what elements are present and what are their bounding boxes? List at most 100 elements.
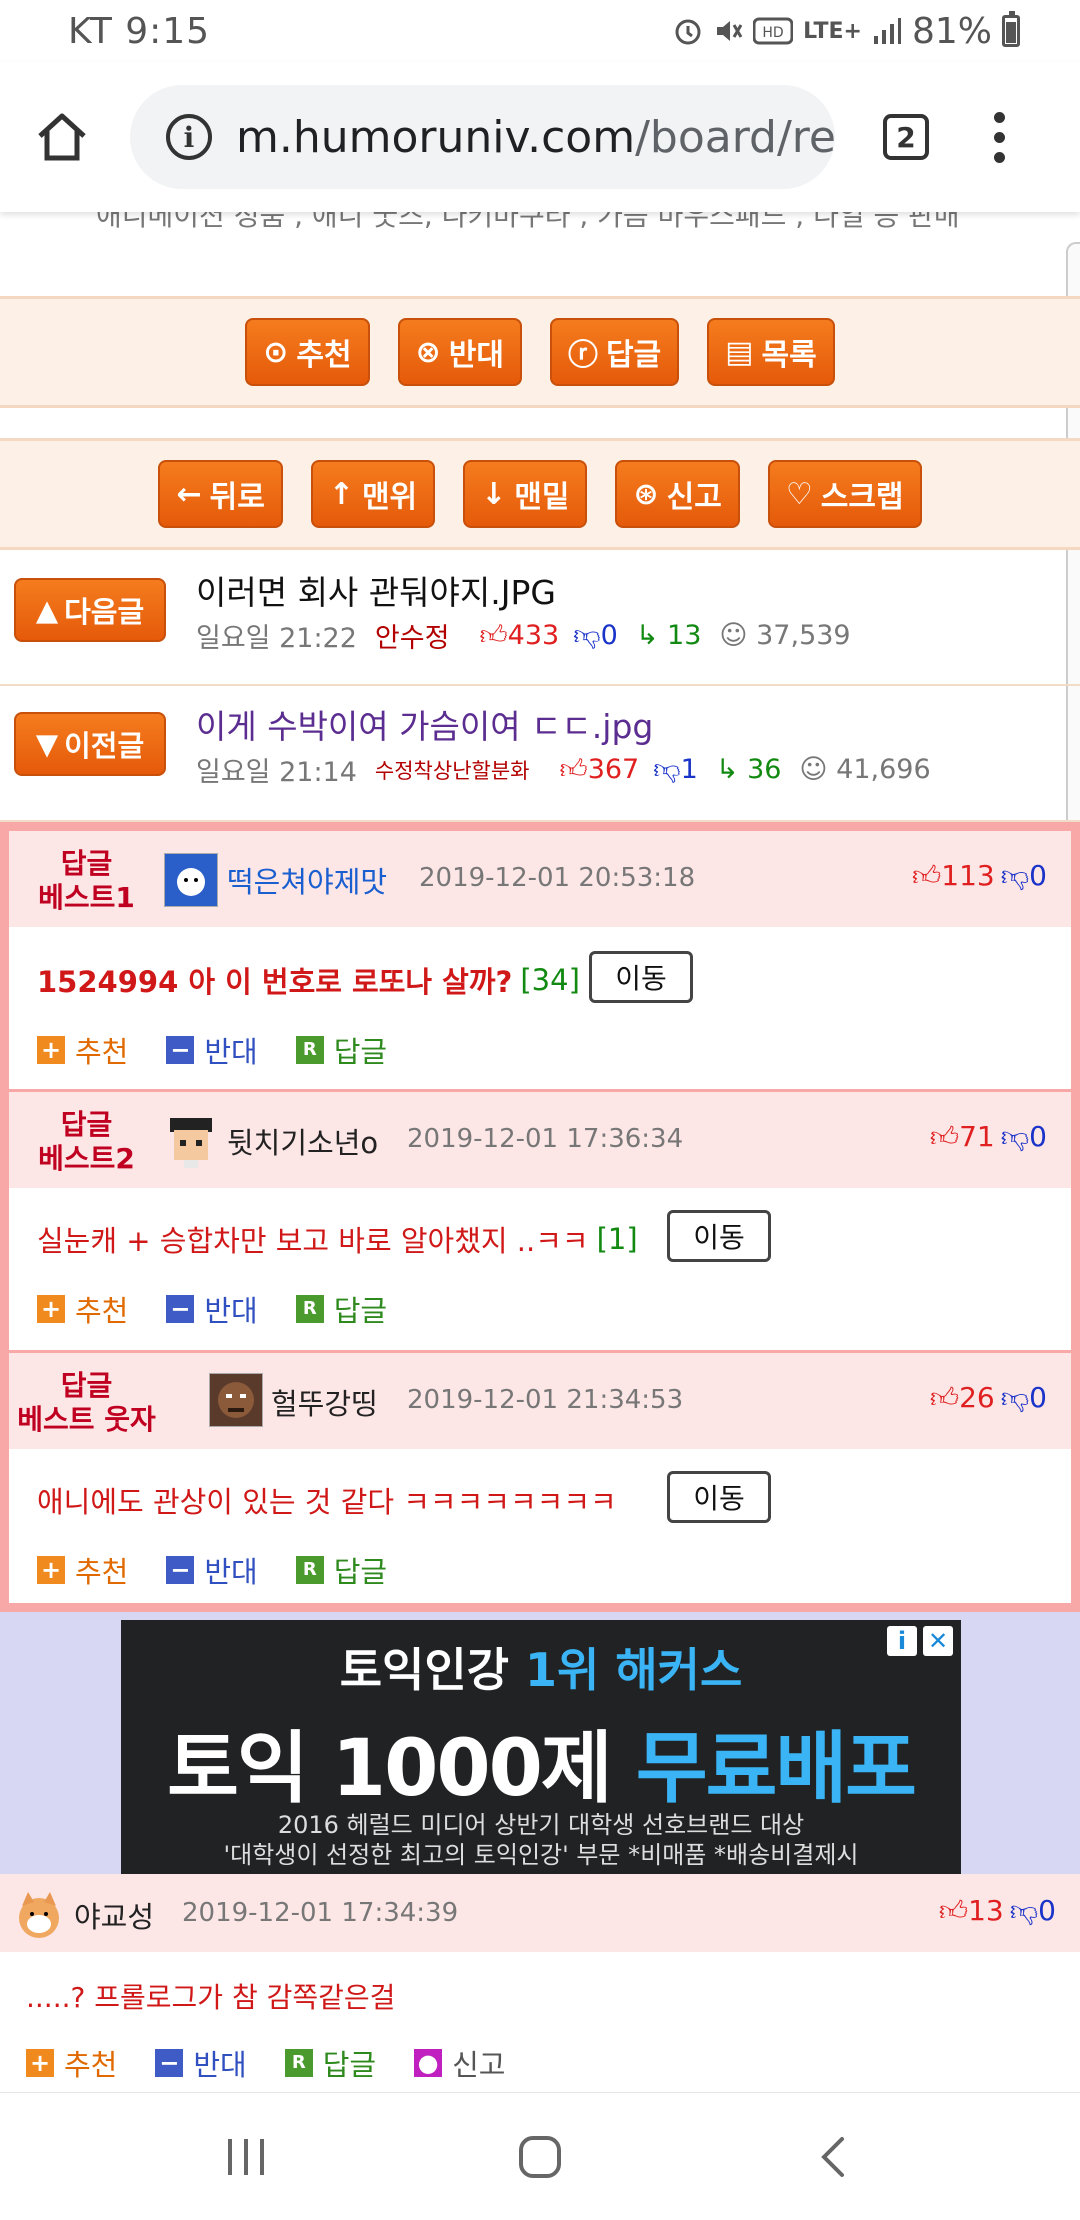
comment-item: 야교성 2019-12-01 17:34:39 👍︎13 👎︎0 .....? 프… [0,1874,1080,2092]
comment-oppose-button[interactable]: − 반대 [166,1029,258,1071]
move-button[interactable]: 이동 [667,1471,771,1523]
prev-post-title[interactable]: 이게 수박이여 가슴이여 ㄷㄷ.jpg [196,700,653,748]
comment-recommend-button[interactable]: + 추천 [26,2042,117,2084]
next-post-button[interactable]: ▲ 다음글 [14,578,166,642]
next-post-row[interactable]: ▲ 다음글 이러면 회사 관둬야지.JPG 일요일 21:22 안수정 👍︎433… [0,550,1080,686]
comment-author[interactable]: 뒷치기소년o [227,1120,378,1162]
avatar[interactable] [209,1373,263,1427]
back-button[interactable]: ← 뒤로 [158,460,283,528]
best-comments-box: 답글 베스트1 떡은쳐야제맛 2019-12-01 20:53:18 👍︎113 👎… [0,822,1080,1612]
avatar[interactable] [164,1114,218,1168]
best-comment: 답글 베스트2 뒷치기소년o 2019-12-01 17:36:34 👍︎71 👎︎… [9,1092,1071,1350]
comment-recommend-button[interactable]: + 추천 [37,1029,128,1071]
ad-banner[interactable]: i ✕ 토익인강 1위 해커스 토익 1000제 무료배포 2016 헤럴드 미… [121,1620,961,1874]
top-button[interactable]: ↑ 맨위 [310,460,436,528]
comment-author[interactable]: 떡은쳐야제맛 [227,859,387,901]
minus-icon: − [166,1036,195,1064]
network-type: LTE+ [803,18,862,44]
back-nav-button[interactable] [793,2117,873,2197]
comment-report-button[interactable]: ● 신고 [414,2042,506,2084]
report-button[interactable]: ⊛ 신고 [615,460,740,528]
post-time: 일요일 21:22 [196,623,357,654]
comment-text: 1524994 아 이 번호로 로또나 살까? [34] [37,963,580,999]
prev-post-row[interactable]: ▼ 이전글 이게 수박이여 가슴이여 ㄷㄷ.jpg 일요일 21:14 수정착상난… [0,686,1080,822]
comment-reply-button[interactable]: R 답글 [295,1288,387,1330]
post-nav-row: ← 뒤로 ↑ 맨위 ↓ 맨밑 ⊛ 신고 ♡ 스크랩 [0,438,1080,550]
upvote-count: 👍︎367 [559,753,640,785]
move-button[interactable]: 이동 [667,1210,771,1262]
comment-oppose-button[interactable]: − 반대 [166,1288,258,1330]
ad-line-1: 토익인강 1위 해커스 [339,1643,743,1697]
recent-apps-button[interactable] [207,2117,287,2197]
comment-author[interactable]: 헐뚜강띵 [271,1381,378,1423]
next-post-title[interactable]: 이러면 회사 관둬야지.JPG [196,566,556,614]
reply-count: ↳ 36 [715,754,782,785]
comment-oppose-button[interactable]: − 반대 [155,2042,247,2084]
report-person-icon: ● [414,2049,443,2077]
arrow-up-icon: ↑ [328,476,354,512]
comment-recommend-button[interactable]: + 추천 [37,1288,128,1330]
post-body-tail: 애니메이션 정품 , 애니 굿즈, 다키마쿠라 , 가슴 마우스패드 , 다일 … [96,212,960,232]
comment-author[interactable]: 야교성 [74,1894,154,1936]
reply-button[interactable]: ⓡ 답글 [549,318,680,386]
comment-date: 2019-12-01 17:36:34 [407,1124,684,1154]
browser-menu-button[interactable] [991,111,1007,163]
list-button[interactable]: ▤ 목록 [707,318,835,386]
prev-post-button[interactable]: ▼ 이전글 [14,712,166,776]
comment-text: 애니에도 관상이 있는 것 같다 ㅋㅋㅋㅋㅋㅋㅋㅋ [37,1485,617,1519]
oppose-button[interactable]: ⊗ 반대 [397,318,522,386]
ad-line-3: 2016 헤럴드 미디어 상반기 대학생 선호브랜드 대상 '대학생이 선정한 최… [223,1811,859,1869]
recommend-button[interactable]: ⊙ 추천 [245,318,370,386]
comment-votes: 👍︎26 👎︎0 [929,1381,1047,1414]
list-icon: ▤ [725,334,754,370]
svg-text:HD: HD [762,25,783,41]
best-comment: 답글 베스트1 떡은쳐야제맛 2019-12-01 20:53:18 👍︎113 👎… [9,831,1071,1089]
comment-votes: 👍︎71 👎︎0 [929,1120,1047,1153]
comment-votes: 👍︎13 👎︎0 [938,1894,1056,1927]
comment-reply-button[interactable]: R 답글 [284,2042,376,2084]
post-author[interactable]: 안수정 [375,616,450,655]
downvote-count: 👎︎1 [653,753,698,785]
site-info-icon[interactable]: i [166,114,212,160]
home-nav-icon [518,2135,561,2178]
comment-reply-button[interactable]: R 답글 [295,1029,387,1071]
home-nav-button[interactable] [500,2117,580,2197]
system-nav-bar [0,2092,1080,2220]
post-author[interactable]: 수정착상난할분화 [375,755,530,785]
comment-actions: + 추천 − 반대 R 답글 ● 신고 [26,2042,506,2084]
hd-icon: HD [753,16,794,46]
arrow-down-icon: ↓ [481,476,507,512]
bottom-button[interactable]: ↓ 맨밑 [463,460,588,528]
heart-icon: ♡ [785,476,813,512]
scrap-button[interactable]: ♡ 스크랩 [767,460,922,528]
report-icon: ⊛ [633,476,659,512]
avatar[interactable] [164,853,218,907]
comment-reply-button[interactable]: R 답글 [295,1549,387,1591]
comment-text: .....? 프롤로그가 참 감쪽같은걸 [26,1981,396,2014]
triangle-up-icon: ▲ [35,593,59,627]
plus-icon: + [37,1036,65,1064]
page-content: 애니메이션 정품 , 애니 굿즈, 다키마쿠라 , 가슴 마우스패드 , 다일 … [0,212,1080,2092]
tab-switcher-button[interactable]: 2 [883,114,929,160]
url-host: m.humoruniv.com [236,111,636,163]
view-count: ☺ 37,539 [719,620,851,651]
comment-actions: + 추천 − 반대 R 답글 [37,1549,387,1591]
address-bar[interactable]: i m.humoruniv.com/board/re [130,85,835,189]
post-time: 일요일 21:14 [196,757,357,788]
move-button[interactable]: 이동 [589,951,693,1003]
back-nav-icon [821,2136,845,2177]
circle-o-icon: ⊙ [263,334,289,370]
view-count: ☺ 41,696 [799,754,931,785]
comment-recommend-button[interactable]: + 추천 [37,1549,128,1591]
circle-r-icon: ⓡ [567,338,598,373]
comment-date: 2019-12-01 20:53:18 [419,863,696,893]
circle-x-icon: ⊗ [415,334,441,370]
downvote-count: 👎︎0 [573,619,618,651]
recents-icon [227,2138,264,2175]
reply-r-icon: R [295,1295,324,1323]
reply-r-icon: R [295,1556,324,1584]
avatar[interactable] [12,1888,66,1942]
comment-votes: 👍︎113 👎︎0 [912,859,1047,892]
home-button[interactable] [32,107,92,167]
comment-oppose-button[interactable]: − 반대 [166,1549,258,1591]
